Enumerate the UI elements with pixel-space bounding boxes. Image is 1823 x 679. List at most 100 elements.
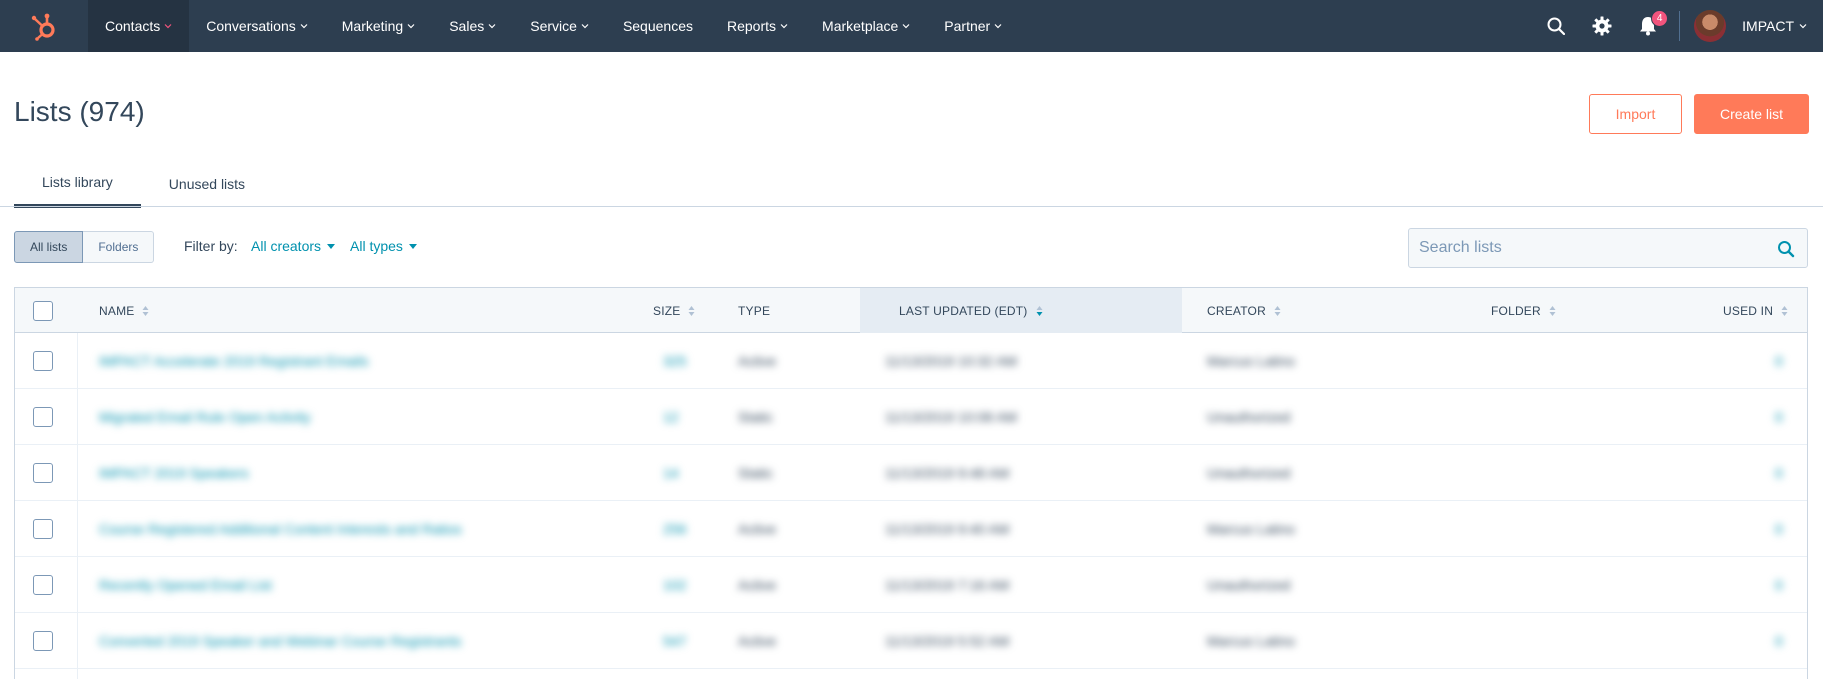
caret-down-icon — [327, 243, 336, 249]
nav-item-partner[interactable]: Partner — [927, 0, 1019, 52]
nav-item-contacts[interactable]: Contacts — [88, 0, 190, 52]
table-row: Converted 2019 Speaker and Webinar Cours… — [15, 613, 1807, 669]
list-name-link[interactable]: Course Registered Additional Content Int… — [99, 521, 462, 537]
list-name-cell: Migrated Email Rule Open Activity — [99, 389, 311, 445]
list-size-link[interactable]: 547 — [663, 633, 686, 649]
used-in-value[interactable]: 0 — [1775, 633, 1783, 649]
hubspot-logo[interactable] — [0, 0, 88, 52]
last-updated-value: 11/13/2019 7:16 AM — [885, 577, 1010, 593]
hubspot-sprocket-icon — [31, 13, 55, 41]
list-size-link[interactable]: 256 — [663, 521, 686, 537]
list-type: Active — [738, 521, 777, 537]
list-type: Static — [738, 465, 774, 481]
list-name-link[interactable]: IMPACT 2019 Speakers — [99, 465, 249, 481]
row-checkbox-cell — [33, 501, 53, 557]
creators-filter-dropdown[interactable]: All creators — [251, 238, 336, 254]
account-menu[interactable]: IMPACT — [1694, 10, 1823, 42]
sort-icon — [1274, 305, 1281, 316]
row-checkbox[interactable] — [33, 463, 53, 483]
column-last-updated[interactable]: LAST UPDATED (EDT) — [860, 288, 1182, 333]
list-type-cell: Static — [738, 389, 773, 445]
row-checkbox[interactable] — [33, 407, 53, 427]
creator-value: Unauthorized — [1207, 577, 1291, 593]
used-in-cell: 0 — [1775, 557, 1783, 613]
list-type-cell: Active — [738, 557, 776, 613]
gear-icon[interactable] — [1579, 0, 1625, 52]
nav-item-label: Sequences — [622, 18, 693, 34]
list-name-link[interactable]: Migrated Email Rule Open Activity — [99, 409, 311, 425]
list-name-link[interactable]: Recently Opened Email List — [99, 577, 272, 593]
nav-item-label: Reports — [727, 18, 777, 34]
last-updated-cell: 11/13/2019 10:08 AM — [885, 389, 1017, 445]
used-in-cell: 0 — [1775, 333, 1783, 389]
types-filter-dropdown[interactable]: All types — [350, 238, 417, 254]
search-input[interactable] — [1409, 239, 1759, 257]
row-checkbox[interactable] — [33, 631, 53, 651]
used-in-value[interactable]: 0 — [1775, 353, 1783, 369]
row-checkbox[interactable] — [33, 351, 53, 371]
used-in-value[interactable]: 0 — [1775, 409, 1783, 425]
select-all-checkbox[interactable] — [33, 300, 53, 321]
row-checkbox[interactable] — [33, 575, 53, 595]
last-updated-value: 11/13/2019 10:32 AM — [885, 353, 1018, 369]
top-nav: Contacts Conversations Marketing Sales Servi… — [0, 0, 1823, 52]
used-in-value[interactable]: 0 — [1775, 521, 1783, 537]
list-type: Active — [738, 353, 777, 369]
bell-icon[interactable]: 4 — [1625, 0, 1671, 52]
column-creator-label: CREATOR — [1207, 303, 1266, 318]
all-lists-toggle[interactable]: All lists — [14, 231, 84, 263]
create-list-button[interactable]: Create list — [1694, 94, 1809, 134]
last-updated-value: 11/13/2019 10:08 AM — [885, 409, 1018, 425]
creator-value: Unauthorized — [1207, 465, 1291, 481]
list-name-cell: Course Registered Additional Content Int… — [99, 501, 462, 557]
list-size-link[interactable]: 325 — [663, 353, 686, 369]
list-size-link[interactable]: 14 — [663, 465, 679, 481]
sort-descending-icon — [1036, 305, 1043, 316]
used-in-cell: 0 — [1775, 501, 1783, 557]
nav-item-label: Marketing — [341, 18, 404, 34]
last-updated-cell: 11/13/2019 9:48 AM — [885, 445, 1009, 501]
nav-item-sequences[interactable]: Sequences — [606, 0, 710, 52]
list-type: Static — [738, 409, 774, 425]
view-toggle: All lists Folders — [14, 231, 155, 263]
tab-unused-lists[interactable]: Unused lists — [141, 160, 273, 208]
list-size-link[interactable]: 102 — [663, 577, 686, 593]
column-size[interactable]: SIZE — [653, 288, 695, 333]
folders-toggle[interactable]: Folders — [83, 231, 155, 263]
column-folder[interactable]: FOLDER — [1491, 288, 1556, 333]
nav-item-marketplace[interactable]: Marketplace — [805, 0, 927, 52]
list-size-cell: 14 — [663, 445, 679, 501]
nav-item-conversations[interactable]: Conversations — [189, 0, 325, 52]
types-filter-label: All types — [350, 238, 403, 254]
sort-icon — [688, 305, 695, 316]
row-checkbox-cell — [33, 557, 53, 613]
nav-item-label: Conversations — [206, 18, 296, 34]
list-name-cell: Recently Opened Email List — [99, 557, 272, 613]
nav-item-sales[interactable]: Sales — [432, 0, 513, 52]
search-icon[interactable] — [1533, 0, 1579, 52]
row-checkbox[interactable] — [33, 519, 53, 539]
nav-item-reports[interactable]: Reports — [710, 0, 805, 52]
used-in-value[interactable]: 0 — [1775, 465, 1783, 481]
import-button[interactable]: Import — [1589, 94, 1682, 134]
column-name[interactable]: NAME — [99, 288, 149, 333]
chevron-down-icon — [581, 24, 589, 29]
tab-lists-library[interactable]: Lists library — [14, 160, 141, 208]
creator-value: Unauthorized — [1207, 409, 1291, 425]
list-name-link[interactable]: IMPACT Accelerate 2019 Registrant Emails — [99, 353, 369, 369]
chevron-down-icon — [780, 24, 788, 29]
used-in-value[interactable]: 0 — [1775, 577, 1783, 593]
column-used-in[interactable]: USED IN — [1723, 288, 1788, 333]
list-type: Active — [738, 577, 777, 593]
chevron-down-icon — [488, 24, 496, 29]
search-icon[interactable] — [1777, 240, 1795, 258]
nav-divider — [1679, 11, 1681, 41]
list-name-cell: IMPACT Accelerate 2019 Registrant Emails — [99, 333, 369, 389]
column-creator[interactable]: CREATOR — [1207, 288, 1281, 333]
nav-item-service[interactable]: Service — [513, 0, 606, 52]
list-name-link[interactable]: Converted 2019 Speaker and Webinar Cours… — [99, 633, 461, 649]
used-in-cell: 0 — [1775, 613, 1783, 669]
nav-item-marketing[interactable]: Marketing — [325, 0, 432, 52]
list-size-link[interactable]: 12 — [663, 409, 679, 425]
table-row: IMPACT 2019 Speakers 14 Static 11/13/2019 9… — [15, 445, 1807, 501]
